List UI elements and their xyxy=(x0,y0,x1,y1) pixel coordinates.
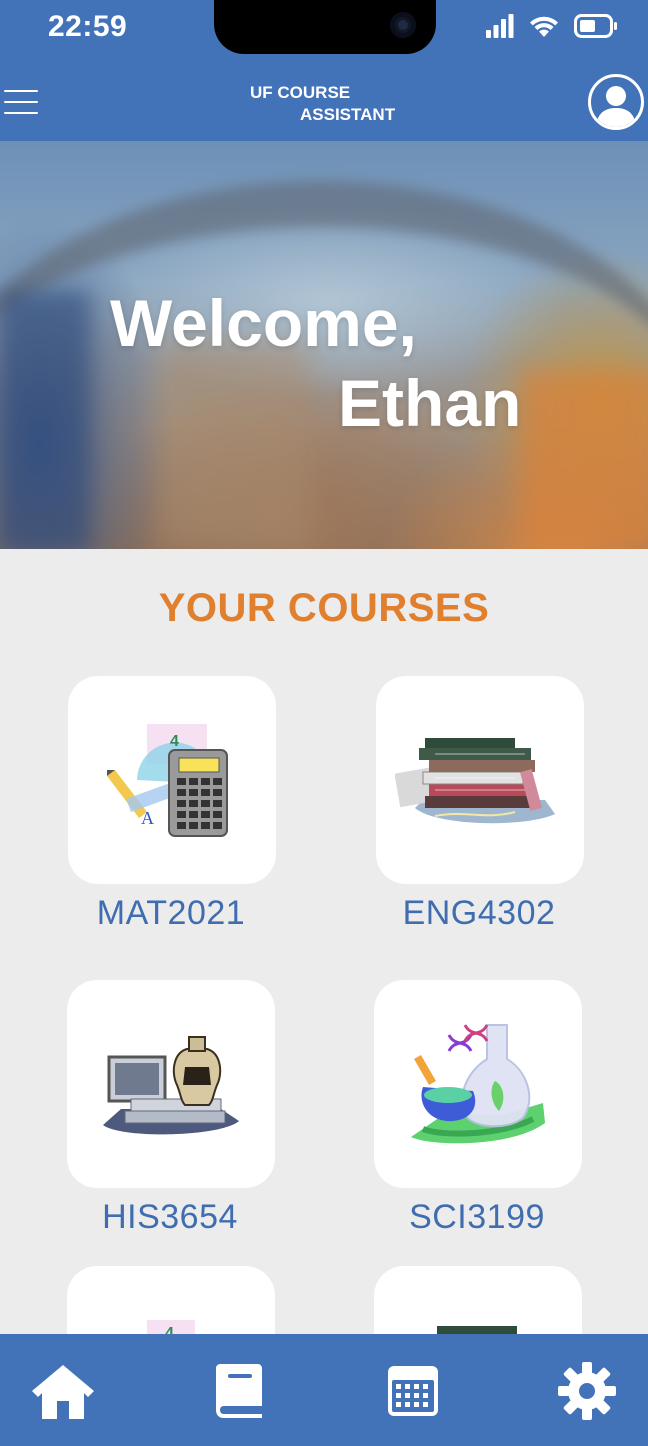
calendar-glyph xyxy=(388,1366,438,1416)
home-glyph xyxy=(32,1365,94,1419)
welcome-name: Ethan xyxy=(338,366,522,440)
dynamic-island xyxy=(214,0,436,54)
book-stack-icon xyxy=(395,738,555,824)
courses-heading: YOUR COURSES xyxy=(158,586,490,630)
status-icons xyxy=(486,14,618,38)
hero-background-building xyxy=(0,291,90,549)
settings-icon[interactable] xyxy=(552,1356,622,1426)
app-title-line1: UF COURSE xyxy=(250,83,351,102)
svg-text:A: A xyxy=(141,808,154,828)
hamburger-menu-icon[interactable] xyxy=(4,90,38,114)
course-card-mat2021[interactable]: 4 A xyxy=(68,676,276,884)
course-label-his3654[interactable]: HIS3654 xyxy=(40,1198,300,1237)
menu-line xyxy=(4,101,38,103)
status-time: 22:59 xyxy=(48,10,128,43)
battery-icon xyxy=(574,14,617,38)
course-card-sci3199[interactable] xyxy=(374,980,582,1188)
welcome-greeting: Welcome, xyxy=(110,286,417,360)
menu-line xyxy=(4,112,38,114)
gear-glyph xyxy=(558,1362,616,1420)
course-label-eng4302[interactable]: ENG4302 xyxy=(349,894,609,933)
course-label-mat2021[interactable]: MAT2021 xyxy=(41,894,301,933)
calendar-icon[interactable] xyxy=(378,1356,448,1426)
hero-background-building xyxy=(520,371,648,549)
app-title: UF COURSE ASSISTANT xyxy=(250,82,395,126)
app-title-line2: ASSISTANT xyxy=(300,105,396,124)
math-tools-icon: 4 A xyxy=(107,724,228,837)
user-avatar-icon[interactable] xyxy=(588,74,644,130)
menu-line xyxy=(4,90,38,92)
book-icon[interactable] xyxy=(204,1356,274,1426)
app-header: 22:59 UF COURSE ASSISTANT xyxy=(0,0,648,141)
svg-text:4: 4 xyxy=(170,733,179,750)
bottom-navigation xyxy=(0,1334,648,1446)
wifi-icon xyxy=(530,16,558,37)
welcome-message: Welcome, Ethan xyxy=(110,283,521,443)
course-label-sci3199[interactable]: SCI3199 xyxy=(347,1198,607,1237)
home-icon[interactable] xyxy=(28,1356,98,1426)
person-silhouette-icon xyxy=(596,86,636,127)
course-card-eng4302[interactable] xyxy=(376,676,584,884)
course-card-his3654[interactable] xyxy=(67,980,275,1188)
history-artifacts-icon xyxy=(103,1036,239,1135)
book-glyph xyxy=(216,1364,262,1418)
welcome-hero: Welcome, Ethan xyxy=(0,141,648,549)
science-lab-icon xyxy=(411,1024,545,1144)
camera-icon xyxy=(390,12,416,38)
signal-icon xyxy=(486,14,514,38)
